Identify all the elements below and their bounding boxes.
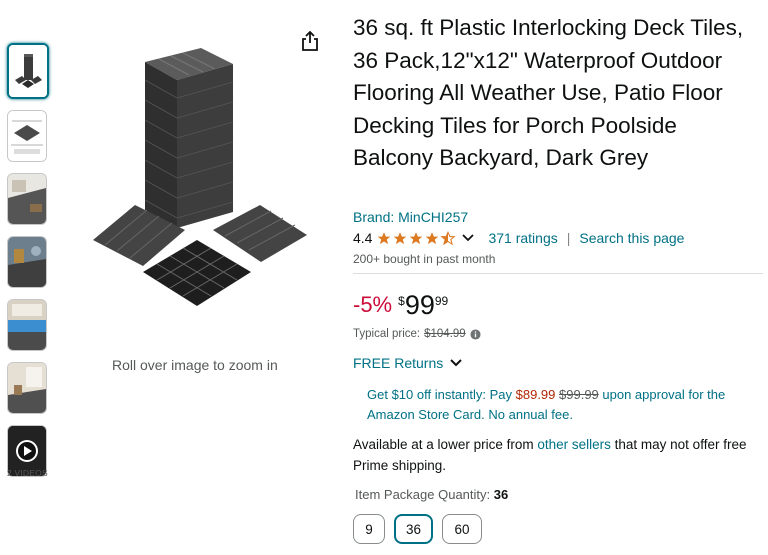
quantity-selected-value: 36 — [493, 487, 509, 502]
thumbnail-5[interactable] — [7, 299, 47, 351]
price-currency: $ — [398, 294, 405, 308]
thumbnail-4[interactable] — [7, 236, 47, 288]
typical-price-value: $104.99 — [424, 328, 466, 340]
quantity-option-9[interactable]: 9 — [353, 514, 385, 544]
separator: | — [566, 230, 571, 246]
star-rating[interactable] — [376, 230, 457, 246]
tile-stack-thumbnail-image — [9, 45, 47, 97]
tile-dimension-thumbnail-image — [8, 111, 46, 161]
patio-thumbnail-image — [8, 174, 46, 224]
star-full-icon — [378, 231, 391, 244]
chevron-down-icon — [450, 359, 462, 367]
free-returns-label: FREE Returns — [353, 355, 444, 371]
thumbnail-6[interactable] — [7, 362, 47, 414]
balcony-thumbnail-image — [8, 237, 46, 287]
thumbnail-list — [7, 43, 51, 488]
search-page-link[interactable]: Search this page — [579, 230, 684, 246]
typical-price-label: Typical price: — [353, 328, 421, 340]
availability-text-start: Available at a lower price from — [353, 437, 538, 452]
room-thumbnail-image — [8, 363, 46, 413]
quantity-label-text: Item Package Quantity: — [355, 487, 491, 502]
poolside-thumbnail-image — [8, 300, 46, 350]
quantity-options: 9 36 60 — [353, 514, 491, 544]
main-product-image[interactable] — [85, 40, 315, 320]
share-icon[interactable] — [300, 30, 320, 52]
promo-new-price: $89.99 — [515, 387, 556, 402]
star-half-icon — [440, 230, 457, 245]
thumbnail-2[interactable] — [7, 110, 47, 162]
thumbnail-3[interactable] — [7, 173, 47, 225]
promo-old-price: $99.99 — [559, 387, 599, 402]
divider — [353, 273, 763, 274]
typical-price: Typical price: $104.99 — [353, 328, 481, 340]
star-full-icon — [426, 231, 439, 244]
product-title: 36 sq. ft Plastic Interlocking Deck Tile… — [353, 15, 744, 170]
star-full-icon — [394, 231, 407, 244]
other-sellers-link[interactable]: other sellers — [537, 437, 611, 452]
zoom-hint: Roll over image to zoom in — [112, 357, 278, 373]
thumbnail-1[interactable] — [7, 43, 49, 99]
price-fraction: 99 — [434, 294, 449, 308]
store-card-promo[interactable]: Get $10 off instantly: Pay $89.99 $99.99… — [367, 385, 762, 425]
free-returns-link[interactable]: FREE Returns — [353, 355, 463, 371]
price-block: -5% $ 99 99 — [353, 290, 448, 320]
brand-link[interactable]: Brand: MinCHI257 — [353, 209, 468, 225]
ratings-count-link[interactable]: 371 ratings — [488, 230, 557, 246]
chevron-down-icon[interactable] — [462, 233, 475, 243]
star-full-icon — [410, 231, 423, 244]
availability-note: Available at a lower price from other se… — [353, 435, 763, 476]
bought-count: 200+ bought in past month — [353, 252, 496, 266]
info-icon[interactable] — [470, 328, 481, 340]
rating-row: 4.4 371 ratings | Search this page — [353, 230, 684, 246]
quantity-option-36[interactable]: 36 — [394, 514, 433, 544]
videos-count-label: 2 VIDEOS — [7, 468, 48, 478]
quantity-label: Item Package Quantity: 36 — [355, 487, 508, 502]
discount-badge: -5% — [353, 292, 393, 317]
deck-tiles-image — [93, 48, 307, 306]
price-whole: 99 — [404, 290, 435, 320]
quantity-option-60[interactable]: 60 — [442, 514, 482, 544]
promo-text-start: Get $10 off instantly: Pay — [367, 387, 516, 402]
rating-value: 4.4 — [353, 230, 373, 246]
